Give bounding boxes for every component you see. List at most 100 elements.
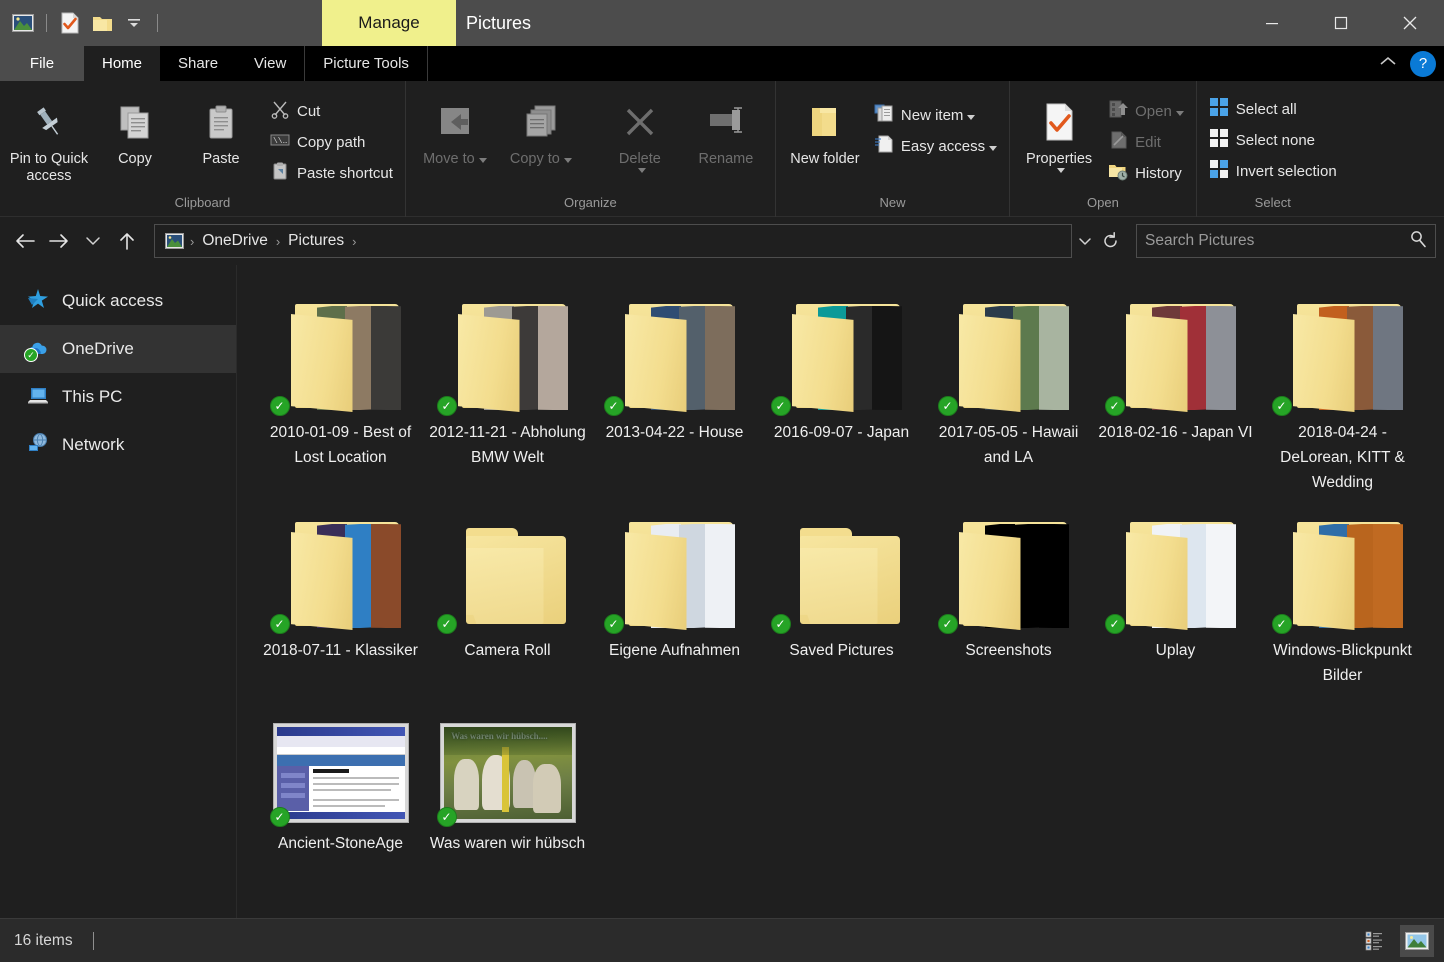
folder-front-icon [958, 314, 1021, 412]
sidebar-label-onedrive: OneDrive [62, 339, 134, 358]
new-folder-label: New folder [790, 151, 860, 167]
network-icon [26, 431, 50, 460]
open-button[interactable]: Open [1102, 97, 1190, 125]
folder-item[interactable]: ✓ Screenshots [925, 501, 1092, 688]
edit-button[interactable]: Edit [1102, 128, 1190, 156]
delete-caret-icon[interactable] [637, 168, 646, 173]
item-label: Uplay [1155, 642, 1196, 659]
sidebar-label-network: Network [62, 435, 125, 454]
search-input[interactable]: Search Pictures [1136, 224, 1436, 258]
breadcrumb-separator-1[interactable]: › [274, 234, 282, 249]
refresh-icon[interactable] [1098, 225, 1124, 257]
item-label: 2013-04-22 - House [605, 424, 744, 441]
copy-path-button[interactable]: \\… Copy path [264, 128, 399, 156]
sync-status-icon: ✓ [1271, 614, 1292, 634]
help-icon[interactable]: ? [1410, 50, 1436, 77]
window-title: Pictures [466, 12, 532, 33]
contextual-tab-group-manage[interactable]: Manage [322, 0, 456, 46]
close-icon[interactable] [1375, 0, 1444, 46]
breadcrumb-onedrive[interactable]: OneDrive [196, 232, 273, 250]
folder-item[interactable]: ✓ 2018-07-11 - Klassiker [257, 501, 424, 688]
folder-item[interactable]: ✓ Camera Roll [424, 501, 591, 688]
file-item[interactable]: Was waren wir hübsch....✓Was waren wir h… [424, 694, 591, 856]
rename-button[interactable]: Rename [683, 89, 769, 168]
select-all-button[interactable]: Select all [1203, 95, 1343, 123]
move-to-button[interactable]: Move to [412, 89, 498, 168]
details-view-button[interactable] [1360, 925, 1394, 957]
folder-item[interactable]: ✓ 2016-09-07 - Japan [758, 283, 925, 495]
recent-locations-chevron-icon[interactable] [76, 224, 110, 258]
folder-item[interactable]: ✓ Saved Pictures [758, 501, 925, 688]
cut-label: Cut [297, 102, 321, 120]
folder-item[interactable]: ✓ Windows-Blickpunkt Bilder [1259, 501, 1426, 688]
delete-button[interactable]: Delete [597, 89, 683, 173]
folder-item[interactable]: ✓ 2017-05-05 - Hawaii and LA [925, 283, 1092, 495]
cut-button[interactable]: Cut [264, 97, 399, 125]
copy-to-button[interactable]: Copy to [498, 89, 584, 168]
address-dropdown-icon[interactable] [1072, 225, 1098, 257]
folder-item[interactable]: ✓ 2010-01-09 - Best of Lost Location [257, 283, 424, 495]
new-folder-button[interactable]: New folder [782, 89, 868, 168]
sync-status-icon: ✓ [269, 614, 290, 634]
tab-file[interactable]: File [0, 46, 84, 81]
breadcrumb-separator-0[interactable]: › [188, 234, 196, 249]
properties-caret-icon[interactable] [1057, 168, 1066, 173]
copy-button[interactable]: Copy [92, 89, 178, 168]
pin-to-quick-access-button[interactable]: Pin to Quick access [6, 89, 92, 185]
tab-picture-tools[interactable]: Picture Tools [304, 46, 428, 81]
select-none-button[interactable]: Select none [1203, 126, 1343, 154]
paste-shortcut-button[interactable]: Paste shortcut [264, 159, 399, 187]
breadcrumb-pictures[interactable]: Pictures [282, 232, 350, 250]
tab-view[interactable]: View [236, 46, 304, 81]
folder-item[interactable]: ✓ Uplay [1092, 501, 1259, 688]
minimize-icon[interactable] [1237, 0, 1306, 46]
this-pc-icon [26, 383, 50, 412]
paste-button[interactable]: Paste [178, 89, 264, 168]
item-label: Camera Roll [464, 642, 551, 659]
properties-check-icon[interactable] [55, 8, 85, 38]
new-item-button[interactable]: New item [868, 101, 1003, 129]
back-arrow-icon[interactable] [8, 224, 42, 258]
address-bar-controls [1072, 224, 1124, 258]
invert-selection-button[interactable]: Invert selection [1203, 157, 1343, 185]
item-thumbnail: ✓ [266, 501, 416, 636]
folder-item[interactable]: ✓ 2018-04-24 - DeLorean, KITT & Wedding [1259, 283, 1426, 495]
item-count-label: 16 items [14, 931, 73, 949]
search-icon[interactable] [1409, 230, 1427, 253]
breadcrumb-separator-2[interactable]: › [350, 234, 358, 249]
item-label: Screenshots [965, 642, 1052, 659]
customize-qat-chevron-icon[interactable] [119, 8, 149, 38]
large-icons-view-button[interactable] [1400, 925, 1434, 957]
sidebar-item-quick-access[interactable]: Quick access [0, 277, 236, 325]
collapse-ribbon-icon[interactable] [1378, 54, 1398, 73]
folder-item[interactable]: ✓ 2013-04-22 - House [591, 283, 758, 495]
item-thumbnail: ✓ [266, 283, 416, 418]
item-thumbnail: ✓ [934, 283, 1084, 418]
ribbon-tab-bar: File Home Share View Picture Tools ? [0, 46, 1444, 81]
pictures-library-icon[interactable] [8, 8, 38, 38]
tab-share[interactable]: Share [160, 46, 236, 81]
pictures-library-icon-small [161, 233, 188, 249]
tab-home[interactable]: Home [84, 46, 161, 81]
up-arrow-icon[interactable] [110, 224, 144, 258]
folder-item[interactable]: ✓ 2012-11-21 - Abholung BMW Welt [424, 283, 591, 495]
address-bar[interactable]: › OneDrive › Pictures › [154, 224, 1072, 258]
item-thumbnail: ✓ [433, 501, 583, 636]
scissors-icon [270, 99, 290, 124]
folder-item[interactable]: ✓ 2018-02-16 - Japan VI [1092, 283, 1259, 495]
file-item[interactable]: ✓ Ancient-StoneAge [257, 694, 424, 856]
file-list-view[interactable]: ✓ 2010-01-09 - Best of Lost Location ✓ 2012… [236, 265, 1444, 918]
forward-arrow-icon[interactable] [42, 224, 76, 258]
sidebar-item-onedrive[interactable]: ✓ OneDrive [0, 325, 236, 373]
sidebar-item-this-pc[interactable]: This PC [0, 373, 236, 421]
folder-item[interactable]: ✓ Eigene Aufnahmen [591, 501, 758, 688]
properties-button[interactable]: Properties [1016, 89, 1102, 173]
svg-text:\\…: \\… [273, 137, 288, 146]
folder-front-icon [624, 532, 687, 630]
sidebar-item-network[interactable]: Network [0, 421, 236, 469]
new-folder-icon[interactable] [87, 8, 117, 38]
item-thumbnail: ✓ [767, 283, 917, 418]
easy-access-button[interactable]: Easy access [868, 132, 1003, 160]
maximize-icon[interactable] [1306, 0, 1375, 46]
history-button[interactable]: History [1102, 159, 1190, 187]
